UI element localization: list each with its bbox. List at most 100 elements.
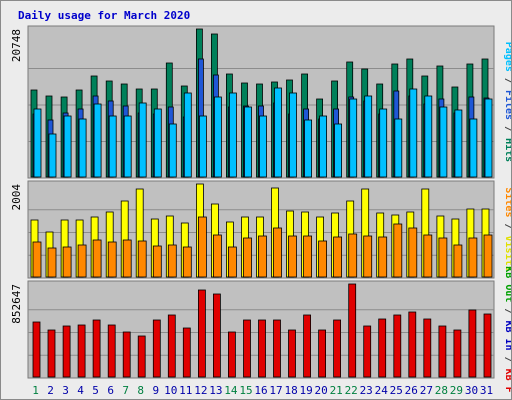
bar-sites-day-17 — [273, 227, 282, 278]
x-tick-label-day-30: 30 — [465, 384, 478, 397]
x-tick-label-day-1: 1 — [32, 384, 39, 397]
bar-pages-day-26 — [409, 88, 418, 178]
bar-kb-f-day-19 — [303, 314, 312, 378]
bar-pages-day-25 — [394, 118, 403, 178]
bar-pages-day-4 — [78, 118, 87, 178]
bar-pages-day-15 — [244, 106, 252, 178]
bar-sites-day-5 — [92, 239, 102, 278]
x-tick-label-day-13: 13 — [209, 384, 222, 397]
bar-pages-day-23 — [364, 95, 373, 178]
x-tick-label-day-20: 20 — [314, 384, 327, 397]
x-tick-label-day-4: 4 — [77, 384, 84, 397]
bar-pages-day-11 — [183, 92, 192, 178]
panel-kbytes-legend: KB Out / KB In / KB F — [503, 266, 511, 392]
bar-sites-day-8 — [137, 240, 147, 278]
bar-pages-day-31 — [484, 98, 493, 178]
bar-sites-day-29 — [453, 244, 463, 278]
bar-sites-day-11 — [182, 246, 192, 278]
bar-sites-day-4 — [77, 244, 87, 278]
x-tick-label-day-8: 8 — [137, 384, 144, 397]
panel-visits-ymax-label: 2004 — [10, 184, 23, 211]
bar-sites-day-21 — [333, 236, 343, 278]
bar-kb-f-day-9 — [152, 319, 161, 378]
bar-kb-f-day-31 — [483, 313, 492, 378]
bar-pages-day-28 — [439, 106, 448, 178]
legend-label: KB F — [503, 369, 511, 393]
bar-sites-day-13 — [212, 234, 222, 278]
bar-kb-f-day-23 — [363, 325, 372, 378]
bar-kb-f-day-25 — [393, 314, 402, 378]
x-tick-label-day-27: 27 — [420, 384, 433, 397]
bar-sites-day-15 — [243, 237, 252, 278]
bar-sites-day-10 — [167, 244, 177, 278]
bar-sites-day-31 — [483, 234, 493, 278]
x-tick-label-day-26: 26 — [405, 384, 418, 397]
bar-pages-day-30 — [469, 118, 478, 178]
bar-kb-f-day-20 — [318, 329, 327, 378]
bar-kb-f-day-28 — [438, 325, 447, 378]
legend-label: Pages — [503, 42, 511, 72]
bar-sites-day-28 — [438, 237, 448, 278]
bar-kb-f-day-13 — [212, 293, 221, 378]
x-tick-label-day-11: 11 — [179, 384, 192, 397]
bar-kb-f-day-6 — [107, 324, 116, 378]
x-tick-label-day-24: 24 — [375, 384, 389, 397]
bar-pages-day-7 — [123, 115, 132, 178]
bar-sites-day-24 — [378, 236, 388, 278]
x-tick-label-day-23: 23 — [360, 384, 373, 397]
bar-sites-day-27 — [423, 234, 433, 278]
bar-pages-day-1 — [33, 108, 42, 178]
bar-kb-f-day-2 — [47, 329, 56, 378]
bar-pages-day-10 — [168, 123, 177, 178]
panel-kbytes-ymax-label: 852647 — [10, 284, 23, 324]
bar-pages-day-22 — [349, 98, 358, 178]
bar-pages-day-16 — [259, 115, 267, 178]
bar-sites-day-12 — [197, 216, 207, 278]
bar-kb-f-day-1 — [32, 321, 41, 378]
bar-sites-day-25 — [393, 223, 403, 278]
bar-pages-day-5 — [93, 103, 102, 178]
bar-pages-day-19 — [304, 119, 313, 178]
x-tick-label-day-19: 19 — [299, 384, 312, 397]
x-tick-label-day-2: 2 — [47, 384, 54, 397]
x-tick-label-day-15: 15 — [239, 384, 252, 397]
bar-kb-f-day-10 — [167, 314, 176, 378]
legend-label: Sites — [503, 187, 511, 217]
bar-sites-day-6 — [107, 241, 117, 278]
bar-kb-f-day-4 — [77, 324, 86, 378]
x-tick-label-day-25: 25 — [390, 384, 403, 397]
x-tick-label-day-6: 6 — [107, 384, 114, 397]
bar-sites-day-22 — [348, 233, 358, 278]
daily-usage-chart: Daily usage for March 2020 20748Pages / … — [10, 9, 511, 397]
x-tick-label-day-31: 31 — [480, 384, 493, 397]
x-tick-label-day-9: 9 — [152, 384, 159, 397]
bar-pages-day-24 — [379, 108, 388, 178]
x-tick-label-day-14: 14 — [224, 384, 238, 397]
bar-sites-day-16 — [258, 235, 267, 278]
bar-sites-day-20 — [318, 240, 328, 278]
x-tick-label-day-22: 22 — [345, 384, 358, 397]
bar-kb-f-day-3 — [62, 325, 71, 378]
x-tick-label-day-7: 7 — [122, 384, 129, 397]
bar-kb-f-day-5 — [92, 319, 101, 378]
x-tick-label-day-21: 21 — [330, 384, 343, 397]
bar-kb-f-day-12 — [197, 289, 206, 378]
panel-requests-ymax-label: 20748 — [10, 29, 23, 62]
x-tick-label-day-10: 10 — [164, 384, 177, 397]
bar-kb-f-day-7 — [122, 331, 131, 378]
bar-pages-day-29 — [454, 109, 463, 178]
x-tick-label-day-29: 29 — [450, 384, 463, 397]
bar-pages-day-12 — [198, 115, 207, 178]
bar-kb-f-day-30 — [468, 309, 477, 378]
bar-pages-day-6 — [108, 115, 117, 178]
bar-sites-day-30 — [468, 237, 478, 278]
bar-sites-day-14 — [227, 246, 237, 278]
bar-pages-day-17 — [274, 87, 282, 178]
legend-label: Files — [503, 90, 511, 120]
bar-kb-f-day-17 — [273, 319, 281, 378]
bar-pages-day-14 — [228, 92, 237, 178]
bar-pages-day-3 — [63, 115, 72, 178]
legend-label: / — [503, 302, 511, 320]
chart-frame: Daily usage for March 2020 20748Pages / … — [0, 0, 512, 400]
x-tick-label-day-18: 18 — [284, 384, 297, 397]
